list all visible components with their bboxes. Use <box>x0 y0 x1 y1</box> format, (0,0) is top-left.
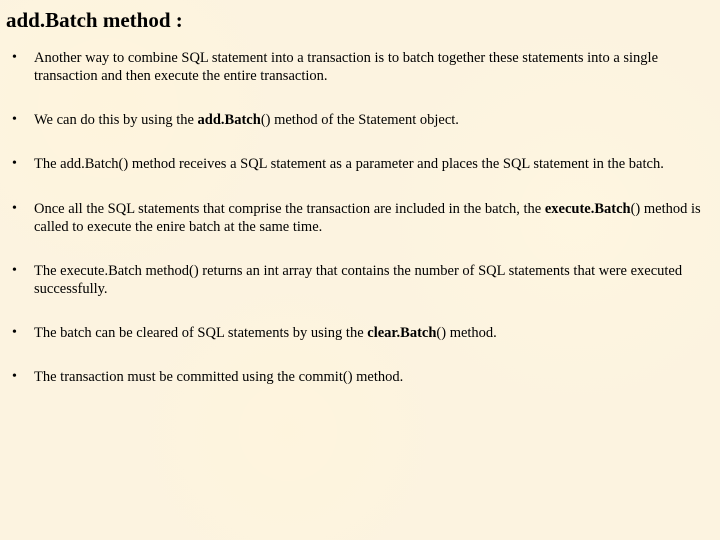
bullet-text-pre: The add.Batch() method receives a SQL st… <box>34 156 664 172</box>
bullet-text-pre: Once all the SQL statements that compris… <box>34 201 545 217</box>
bullet-item: The add.Batch() method receives a SQL st… <box>6 155 710 173</box>
slide-title: add.Batch method : <box>6 8 710 33</box>
bullet-text-pre: The batch can be cleared of SQL statemen… <box>34 325 367 341</box>
bullet-text-bold: add.Batch <box>198 112 261 128</box>
bullet-text-pre: The transaction must be committed using … <box>34 369 403 385</box>
bullet-item: Once all the SQL statements that compris… <box>6 200 710 236</box>
bullet-item: The execute.Batch method() returns an in… <box>6 262 710 298</box>
bullet-text-bold: execute.Batch <box>545 201 631 217</box>
bullet-list: Another way to combine SQL statement int… <box>6 49 710 386</box>
bullet-item: Another way to combine SQL statement int… <box>6 49 710 85</box>
bullet-item: We can do this by using the add.Batch() … <box>6 111 710 129</box>
bullet-text-pre: Another way to combine SQL statement int… <box>34 50 658 84</box>
bullet-text-pre: The execute.Batch method() returns an in… <box>34 263 682 297</box>
bullet-text-post: () method. <box>436 325 496 341</box>
bullet-text-bold: clear.Batch <box>367 325 436 341</box>
bullet-item: The transaction must be committed using … <box>6 368 710 386</box>
bullet-text-post: () method of the Statement object. <box>261 112 459 128</box>
bullet-text-pre: We can do this by using the <box>34 112 198 128</box>
bullet-item: The batch can be cleared of SQL statemen… <box>6 324 710 342</box>
